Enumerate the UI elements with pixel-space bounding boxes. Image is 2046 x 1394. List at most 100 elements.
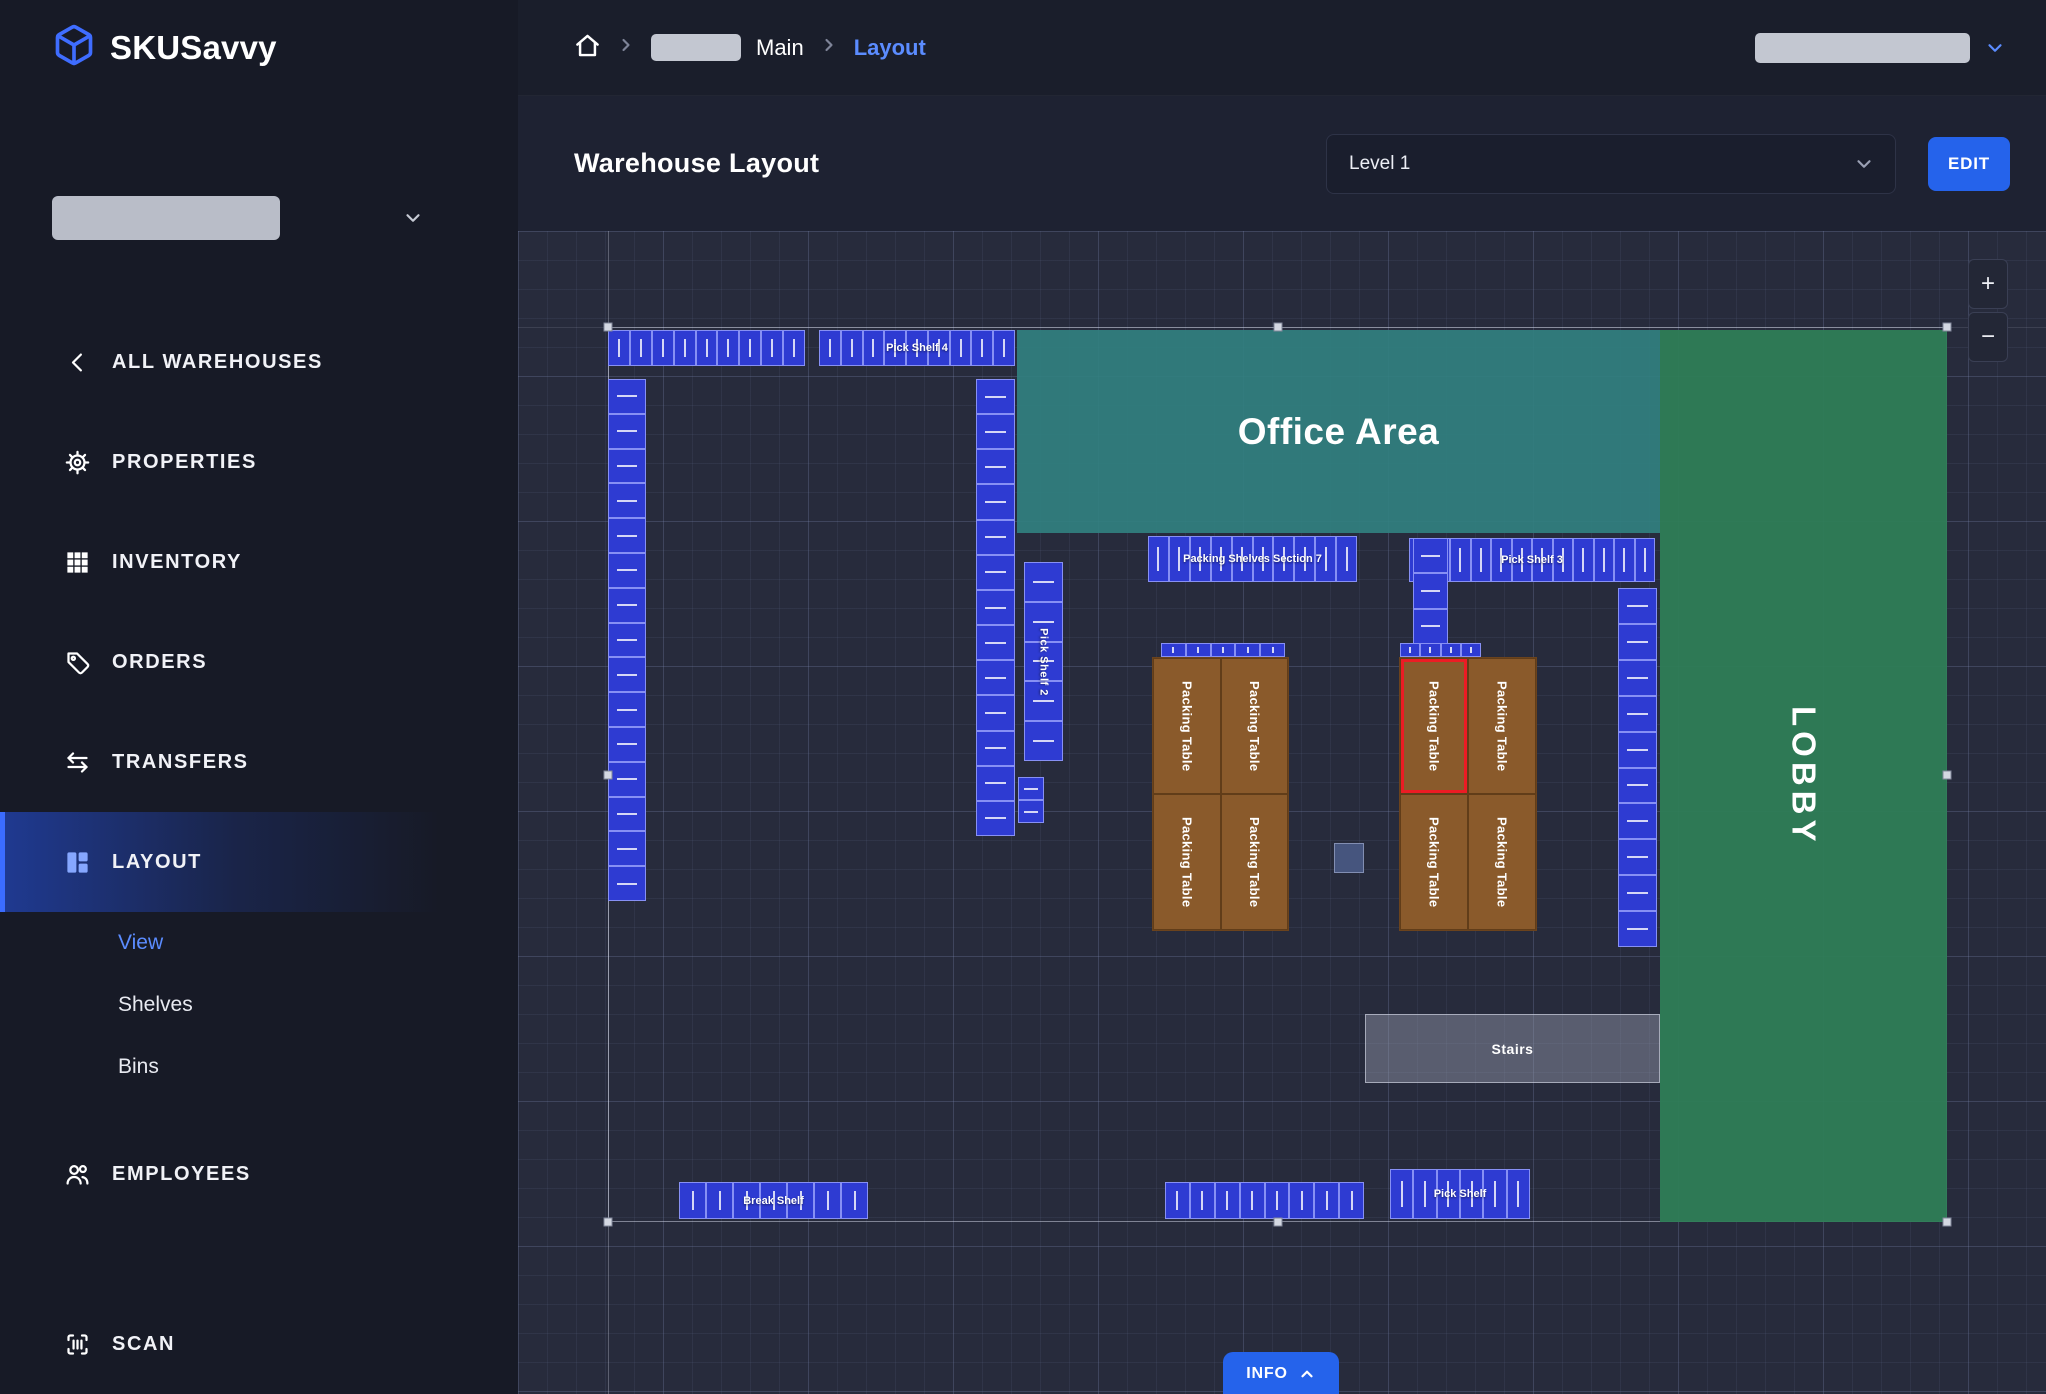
shelf-cell[interactable]	[1635, 538, 1656, 582]
shelf-cell[interactable]	[608, 588, 646, 623]
shelf-cell[interactable]	[733, 1182, 760, 1219]
resize-handle[interactable]	[604, 770, 613, 779]
shelf-cell[interactable]	[608, 866, 646, 901]
shelf-cell[interactable]	[841, 330, 863, 366]
sidebar-item-all-warehouses[interactable]: ALL WAREHOUSES	[0, 312, 518, 412]
shelf-cell[interactable]	[1413, 1169, 1436, 1219]
shelf-cell[interactable]	[1618, 732, 1657, 768]
shelf-cell[interactable]	[783, 330, 805, 366]
shelf-cell[interactable]	[608, 553, 646, 588]
shelf-cell[interactable]	[976, 484, 1015, 519]
zone-stairs[interactable]: Stairs	[1365, 1014, 1660, 1083]
shelf-cell[interactable]	[608, 518, 646, 553]
shelf-cell[interactable]	[1190, 536, 1211, 582]
shelf-cell[interactable]	[1573, 538, 1594, 582]
edit-button[interactable]: EDIT	[1928, 137, 2010, 191]
shelf-cell[interactable]	[608, 797, 646, 832]
shelf-cell[interactable]	[1190, 1182, 1215, 1219]
shelf-cell[interactable]	[976, 625, 1015, 660]
sidebar-item-layout[interactable]: LAYOUT	[0, 812, 518, 912]
shelf-cell[interactable]	[1211, 643, 1236, 657]
shelf-cell[interactable]	[608, 762, 646, 797]
shelf-cell[interactable]	[976, 520, 1015, 555]
zone-office[interactable]: Office Area	[1017, 330, 1660, 533]
warehouse-selector[interactable]	[52, 195, 424, 241]
resize-handle[interactable]	[1943, 770, 1952, 779]
shelf-cell[interactable]	[706, 1182, 733, 1219]
shelf-cell[interactable]	[717, 330, 739, 366]
packing-table-cell[interactable]: Packing Table	[1153, 794, 1221, 930]
shelf-cell[interactable]	[1314, 1182, 1339, 1219]
shelf-cell[interactable]	[976, 660, 1015, 695]
shelf-cell[interactable]	[1339, 1182, 1364, 1219]
shelf-cell[interactable]	[608, 657, 646, 692]
shelf-cell[interactable]	[1235, 643, 1260, 657]
shelf-cell[interactable]	[976, 801, 1015, 836]
shelf-cell[interactable]	[976, 379, 1015, 414]
shelf-cell[interactable]	[971, 330, 993, 366]
account-menu[interactable]	[1755, 33, 2006, 63]
shelf-cell[interactable]	[906, 330, 928, 366]
shelf-cell[interactable]	[1024, 721, 1063, 761]
shelf-cell[interactable]	[1618, 768, 1657, 804]
shelf-cell[interactable]	[608, 379, 646, 414]
shelf-cell[interactable]	[760, 1182, 787, 1219]
shelf-cell[interactable]	[1211, 536, 1232, 582]
shelf-cell[interactable]	[1260, 643, 1285, 657]
shelf-cell[interactable]	[608, 727, 646, 762]
sidebar-item-transfers[interactable]: TRANSFERS	[0, 712, 518, 812]
brand-logo[interactable]: SKUSavvy	[0, 0, 518, 95]
shelf-cell[interactable]	[608, 449, 646, 484]
shelf-cell[interactable]	[1148, 536, 1169, 582]
shelf-cell[interactable]	[1024, 602, 1063, 642]
shelf-cell[interactable]	[1315, 536, 1336, 582]
sidebar-item-employees[interactable]: EMPLOYEES	[0, 1124, 518, 1224]
sidebar-item-properties[interactable]: PROPERTIES	[0, 412, 518, 512]
packing-table-cell[interactable]: Packing Table	[1221, 794, 1289, 930]
shelf-cell[interactable]	[1483, 1169, 1506, 1219]
shelf-cell[interactable]	[1532, 538, 1553, 582]
resize-handle[interactable]	[604, 323, 613, 332]
shelf-cell[interactable]	[761, 330, 783, 366]
shelf-cell[interactable]	[1024, 681, 1063, 721]
shelf-cell[interactable]	[976, 414, 1015, 449]
shelf-cell[interactable]	[1420, 643, 1440, 657]
shelf-cell[interactable]	[814, 1182, 841, 1219]
zone-lobby[interactable]: LOBBY	[1660, 330, 1947, 1222]
shelf-cell[interactable]	[608, 483, 646, 518]
shelf-cell[interactable]	[1618, 875, 1657, 911]
shelf-cell[interactable]	[1437, 1169, 1460, 1219]
shelf-cell[interactable]	[608, 692, 646, 727]
shelf-cell[interactable]	[976, 695, 1015, 730]
shelf-cell[interactable]	[696, 330, 718, 366]
packing-table-cell[interactable]: Packing Table	[1153, 658, 1221, 794]
shelf-cell[interactable]	[976, 766, 1015, 801]
shelf-cell[interactable]	[976, 731, 1015, 766]
shelf-cell[interactable]	[1240, 1182, 1265, 1219]
shelf-cell[interactable]	[1471, 538, 1492, 582]
shelf-cell[interactable]	[1400, 643, 1420, 657]
shelf-cell[interactable]	[1232, 536, 1253, 582]
packing-table-cell[interactable]: Packing Table	[1221, 658, 1289, 794]
shelf-cell[interactable]	[1450, 538, 1471, 582]
shelf-cell[interactable]	[950, 330, 972, 366]
resize-handle[interactable]	[1943, 1218, 1952, 1227]
shelf-cell[interactable]	[1618, 911, 1657, 947]
shelf-cell[interactable]	[1460, 1169, 1483, 1219]
shelf-cell[interactable]	[1265, 1182, 1290, 1219]
layout-canvas[interactable]: + − INFO Office AreaLOBBYStairsPick Shel…	[518, 231, 2046, 1394]
shelf-cell[interactable]	[608, 623, 646, 658]
shelf-cell[interactable]	[1512, 538, 1533, 582]
shelf-cell[interactable]	[1594, 538, 1615, 582]
shelf-cell[interactable]	[928, 330, 950, 366]
shelf-cell[interactable]	[1618, 660, 1657, 696]
resize-handle[interactable]	[1943, 323, 1952, 332]
shelf-cell[interactable]	[787, 1182, 814, 1219]
shelf-cell[interactable]	[1618, 696, 1657, 732]
shelf-cell[interactable]	[1618, 588, 1657, 624]
shelf-cell[interactable]	[1018, 777, 1044, 800]
shelf-cell[interactable]	[1334, 843, 1364, 873]
sidebar-subitem-view[interactable]: View	[0, 912, 518, 974]
shelf-cell[interactable]	[1618, 624, 1657, 660]
shelf-cell[interactable]	[1553, 538, 1574, 582]
